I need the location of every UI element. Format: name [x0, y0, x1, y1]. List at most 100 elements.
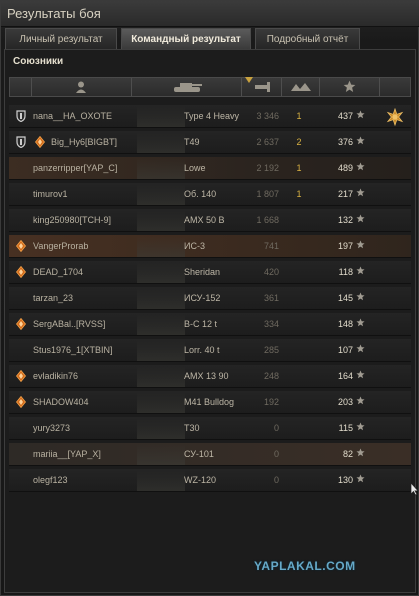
sort-arrow-icon	[245, 77, 253, 83]
platoon-shield-icon	[16, 136, 26, 150]
tank-silhouette-icon	[137, 262, 185, 283]
damage-value: 0	[273, 423, 279, 433]
player-row[interactable]: nana__HA_OXOTE Type 4 Heavy 3 346 1 437	[9, 105, 411, 128]
player-row[interactable]: evladikin76 AMX 13 90 248 164	[9, 365, 411, 388]
header-xp-column[interactable]	[320, 78, 380, 96]
player-row[interactable]: SergABal..[RVSS] B-C 12 t 334 148	[9, 313, 411, 336]
player-row[interactable]: DEAD_1704 Sheridan 420 118	[9, 261, 411, 284]
player-name[interactable]: VangerProrab	[33, 241, 88, 251]
medal-icon[interactable]	[386, 107, 404, 128]
player-row[interactable]: tarzan_23 ИСУ-152 361 145	[9, 287, 411, 310]
title-bar: Результаты боя	[1, 1, 419, 27]
player-row[interactable]: SHADOW404 M41 Bulldog 192 203	[9, 391, 411, 414]
header-damage-column[interactable]	[242, 77, 282, 96]
xp-value: 376	[337, 137, 353, 147]
player-row[interactable]: VangerProrab ИС-3 741 197	[9, 235, 411, 258]
xp-value: 107	[337, 345, 353, 355]
player-name[interactable]: nana__HA_OXOTE	[33, 111, 112, 121]
tank-name: ИСУ-152	[184, 293, 221, 303]
player-name[interactable]: tarzan_23	[33, 293, 73, 303]
player-name[interactable]: olegf123	[33, 475, 68, 485]
damage-value: 248	[263, 371, 279, 381]
player-row[interactable]: mariia__[YAP_X] СУ-101 0 82	[9, 443, 411, 466]
player-row[interactable]: Stus1976_1[XTBIN] Lorr. 40 t 285 107	[9, 339, 411, 362]
xp-value: 164	[337, 371, 353, 381]
xp-star-icon	[356, 240, 365, 252]
tab-personal-result[interactable]: Личный результат	[5, 28, 117, 49]
player-row[interactable]: Big_Hy6[BIGBT] T49 2 637 2 376	[9, 131, 411, 154]
clan-diamond-icon	[15, 265, 27, 280]
damage-value: 334	[263, 319, 279, 329]
tank-silhouette-icon	[137, 288, 185, 309]
xp-value: 197	[337, 241, 353, 251]
player-name[interactable]: Big_Hy6[BIGBT]	[51, 137, 117, 147]
tank-silhouette-icon	[137, 158, 185, 179]
player-name[interactable]: Stus1976_1[XTBIN]	[33, 345, 113, 355]
player-name[interactable]: timurov1	[33, 189, 68, 199]
kills-value: 1	[296, 163, 302, 173]
player-name[interactable]: SergABal..[RVSS]	[33, 319, 105, 329]
damage-value: 0	[273, 475, 279, 485]
header-status-column	[10, 78, 32, 96]
tank-silhouette-icon	[137, 366, 185, 387]
header-medal-column	[380, 78, 412, 96]
player-name[interactable]: king250980[TCH-9]	[33, 215, 111, 225]
header-tank-column[interactable]	[132, 78, 242, 96]
xp-star-icon	[356, 292, 365, 304]
xp-star-icon	[356, 188, 365, 200]
xp-star-icon	[356, 110, 365, 122]
player-row[interactable]: timurov1 Об. 140 1 807 1 217	[9, 183, 411, 206]
player-name[interactable]: DEAD_1704	[33, 267, 83, 277]
tank-silhouette-icon	[137, 418, 185, 439]
tank-name: Об. 140	[184, 189, 217, 199]
xp-star-icon	[356, 396, 365, 408]
platoon-shield-icon	[16, 110, 26, 124]
tank-silhouette-icon	[137, 444, 185, 465]
header-player-column[interactable]	[32, 78, 132, 96]
tank-silhouette-icon	[137, 132, 185, 153]
xp-star-icon	[356, 344, 365, 356]
tank-name: Lowe	[184, 163, 206, 173]
tank-name: Lorr. 40 t	[184, 345, 220, 355]
tank-name: AMX 13 90	[184, 371, 229, 381]
xp-value: 203	[337, 397, 353, 407]
xp-star-icon	[356, 136, 365, 148]
damage-value: 420	[263, 267, 279, 277]
tank-name: СУ-101	[184, 449, 214, 459]
player-name[interactable]: mariia__[YAP_X]	[33, 449, 101, 459]
player-name[interactable]: evladikin76	[33, 371, 78, 381]
tank-name: B-C 12 t	[184, 319, 218, 329]
damage-icon	[255, 82, 270, 92]
tab-team-result[interactable]: Командный результат	[121, 28, 251, 49]
player-row[interactable]: olegf123 WZ-120 0 130	[9, 469, 411, 492]
tank-silhouette-icon	[137, 392, 185, 413]
tank-name: Type 4 Heavy	[184, 111, 240, 121]
watermark-text: YAPLAKAL.COM	[254, 559, 356, 573]
player-row[interactable]: panzerripper[YAP_C] Lowe 2 192 1 489	[9, 157, 411, 180]
tab-detailed-report[interactable]: Подробный отчёт	[255, 28, 360, 49]
tank-silhouette-icon	[137, 210, 185, 231]
kills-value: 1	[296, 111, 302, 121]
table-header	[9, 77, 411, 97]
xp-value: 145	[337, 293, 353, 303]
tank-name: ИС-3	[184, 241, 205, 251]
xp-value: 82	[342, 449, 353, 459]
player-name[interactable]: yury3273	[33, 423, 70, 433]
tank-silhouette-icon	[137, 236, 185, 257]
damage-value: 3 346	[256, 111, 279, 121]
player-row[interactable]: yury3273 T30 0 115	[9, 417, 411, 440]
tank-silhouette-icon	[137, 340, 185, 361]
player-row[interactable]: king250980[TCH-9] AMX 50 B 1 668 132	[9, 209, 411, 232]
tank-name: M41 Bulldog	[184, 397, 235, 407]
header-kills-column[interactable]	[282, 78, 320, 96]
player-name[interactable]: SHADOW404	[33, 397, 89, 407]
player-name[interactable]: panzerripper[YAP_C]	[33, 163, 117, 173]
tank-name: Sheridan	[184, 267, 221, 277]
team-results-panel: Союзники nana__HA_OXOTE Type 4 Heavy 3 3…	[4, 49, 416, 593]
tank-silhouette-icon	[137, 470, 185, 491]
xp-star-icon	[356, 266, 365, 278]
xp-value: 132	[337, 215, 353, 225]
damage-value: 1 807	[256, 189, 279, 199]
xp-value: 118	[338, 267, 353, 277]
clan-diamond-icon	[34, 135, 46, 150]
